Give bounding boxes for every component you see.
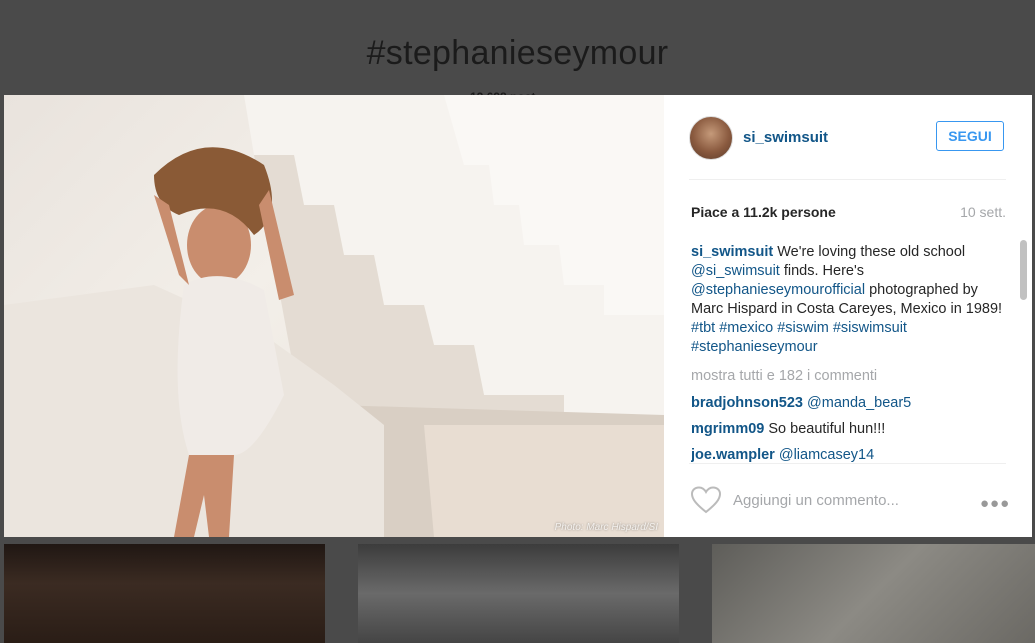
mention-link[interactable]: @stephanieseymourofficial [691, 282, 865, 298]
likes-count[interactable]: Piace a 11.2k persone [691, 204, 836, 220]
caption-text: We're loving these old school [773, 244, 966, 260]
caption: si_swimsuit We're loving these old schoo… [691, 243, 1006, 357]
avatar[interactable] [689, 116, 733, 160]
comment: bradjohnson523 @manda_bear5 [691, 394, 1006, 413]
mention-link[interactable]: @si_swimsuit [691, 263, 780, 279]
grid-thumbnail[interactable] [358, 544, 679, 643]
comment: joe.wampler @liamcasey14 [691, 446, 1006, 463]
comment-user[interactable]: mgrimm09 [691, 421, 764, 437]
add-comment-input[interactable]: Aggiungi un commento... [733, 492, 899, 509]
divider [689, 463, 1006, 464]
comment-text: So beautiful hun!!! [768, 421, 886, 437]
divider [689, 179, 1006, 180]
comment-user[interactable]: bradjohnson523 [691, 395, 803, 411]
comment-text[interactable]: @liamcasey14 [779, 447, 874, 463]
comment: mgrimm09 So beautiful hun!!! [691, 420, 1006, 439]
grid-thumbnail[interactable] [4, 544, 325, 643]
post-photo: Photo: Marc Hispard/SI [4, 95, 664, 537]
comment-text[interactable]: @manda_bear5 [807, 395, 911, 411]
comments-list: si_swimsuit We're loving these old schoo… [691, 243, 1006, 463]
comment-user[interactable]: joe.wampler [691, 447, 775, 463]
page-title: #stephanieseymour [366, 34, 669, 72]
ellipsis-icon[interactable]: ●●● [980, 495, 1010, 512]
caption-user[interactable]: si_swimsuit [691, 244, 773, 260]
hashtag-links[interactable]: #tbt #mexico #siswim #siswimsuit #stepha… [691, 320, 907, 355]
heart-icon[interactable] [690, 486, 722, 514]
post-side-panel: si_swimsuit SEGUI Piace a 11.2k persone … [664, 95, 1032, 537]
photo-illustration [4, 95, 664, 537]
grid-thumbnail[interactable] [712, 544, 1035, 643]
post-date[interactable]: 10 sett. [960, 204, 1006, 220]
caption-text: finds. Here's [779, 263, 865, 279]
show-all-comments-link[interactable]: mostra tutti e 182 i commenti [691, 367, 1006, 386]
photo-credit: Photo: Marc Hispard/SI [554, 522, 658, 533]
follow-button[interactable]: SEGUI [936, 121, 1004, 151]
comments-scrollbar[interactable] [1020, 240, 1027, 300]
post-author[interactable]: si_swimsuit [743, 129, 828, 146]
